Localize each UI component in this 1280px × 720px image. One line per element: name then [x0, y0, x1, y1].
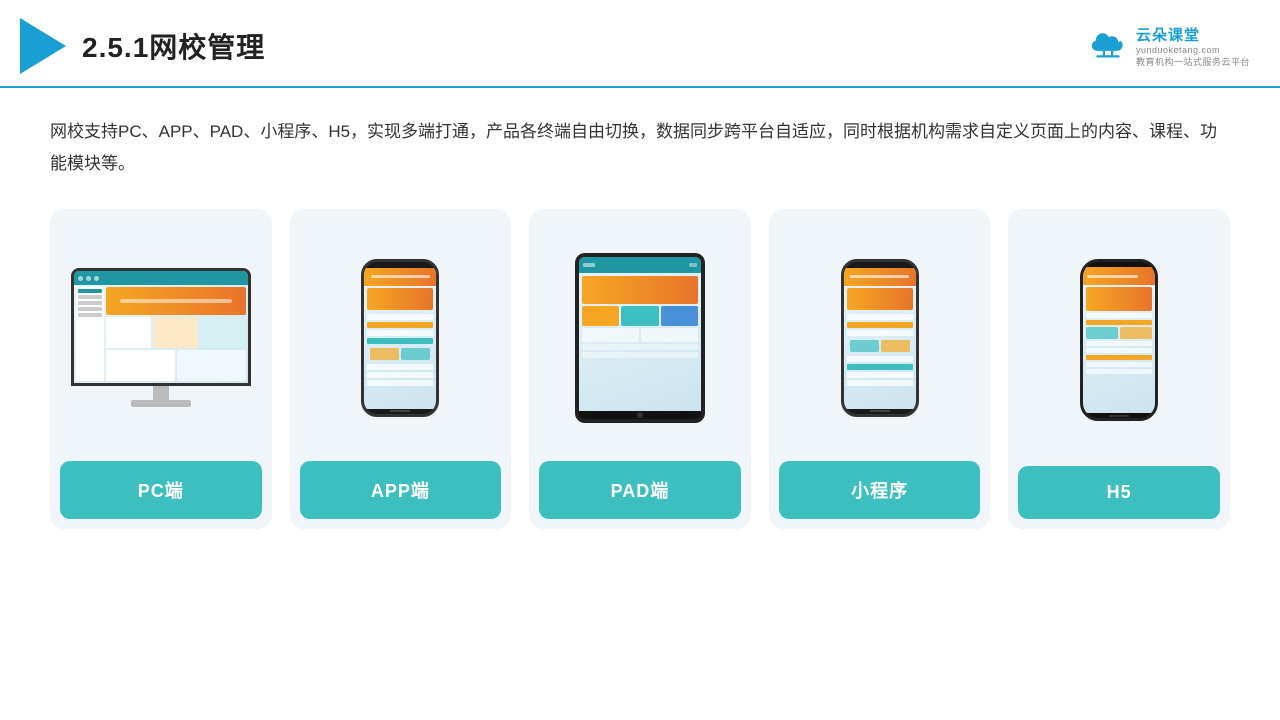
main-content: 网校支持PC、APP、PAD、小程序、H5，实现多端打通，产品各终端自由切换，数…	[0, 88, 1280, 549]
card-pad-label: PAD端	[539, 461, 741, 519]
card-h5: H5	[1008, 209, 1230, 529]
brand-text-group: 云朵课堂 yunduoketang.com 教育机构一站式服务云平台	[1136, 24, 1250, 68]
brand-tagline: 教育机构一站式服务云平台	[1136, 55, 1250, 68]
card-pad: PAD端	[529, 209, 751, 529]
card-pc: PC端	[50, 209, 272, 529]
brand-logo: 云朵课堂 yunduoketang.com 教育机构一站式服务云平台	[1086, 24, 1250, 68]
page-title: 2.5.1网校管理	[82, 26, 265, 66]
card-h5-image	[1008, 209, 1230, 466]
logo-triangle-icon	[20, 18, 66, 74]
card-miniprogram-label: 小程序	[779, 461, 981, 519]
miniprogram-phone-icon	[841, 259, 919, 417]
description-text: 网校支持PC、APP、PAD、小程序、H5，实现多端打通，产品各终端自由切换，数…	[50, 116, 1230, 181]
cards-row: PC端	[50, 209, 1230, 529]
app-phone-icon	[361, 259, 439, 417]
card-app-image	[290, 209, 512, 461]
brand-name: 云朵课堂	[1136, 24, 1200, 45]
header: 2.5.1网校管理 云朵课堂 yunduoketang.com 教育机构一站式服…	[0, 0, 1280, 88]
card-app-label: APP端	[300, 461, 502, 519]
card-miniprogram-image	[769, 209, 991, 461]
card-miniprogram: 小程序	[769, 209, 991, 529]
h5-phone-icon	[1080, 259, 1158, 421]
header-left: 2.5.1网校管理	[20, 18, 265, 74]
header-right: 云朵课堂 yunduoketang.com 教育机构一站式服务云平台	[1086, 24, 1250, 68]
card-pad-image	[529, 209, 751, 461]
card-pc-label: PC端	[60, 461, 262, 519]
pc-monitor-icon	[71, 268, 251, 407]
card-h5-label: H5	[1018, 466, 1220, 519]
cloud-icon	[1086, 30, 1130, 62]
pad-tablet-icon	[575, 253, 705, 423]
card-pc-image	[50, 209, 272, 461]
brand-url: yunduoketang.com	[1136, 45, 1220, 55]
card-app: APP端	[290, 209, 512, 529]
